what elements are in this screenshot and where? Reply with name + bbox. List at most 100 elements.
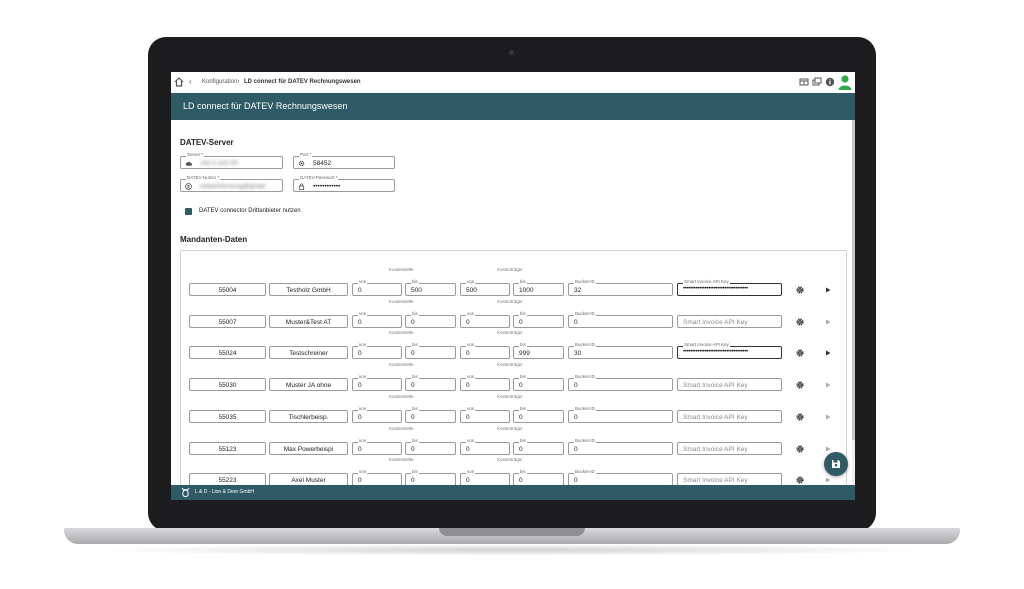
- bucket-id-field[interactable]: Bucket-ID 0: [568, 311, 673, 328]
- kostentraeger-von-field[interactable]: von 0: [460, 406, 510, 423]
- play-icon[interactable]: [825, 382, 831, 388]
- client-name-value: Axel Muster: [291, 477, 326, 484]
- api-key-label: Smart Invoice API Key: [683, 342, 730, 348]
- kostentraeger-group-label: Kostenträger: [497, 330, 523, 335]
- laptop-notch: [439, 528, 585, 536]
- kostenstelle-bis-field[interactable]: bis 0: [405, 438, 456, 455]
- camera-icon: [509, 50, 514, 55]
- bucket-id-field[interactable]: Bucket-ID 0: [568, 438, 673, 455]
- kostentraeger-von-field-label: von: [466, 469, 476, 475]
- api-key-field[interactable]: Smart Invoice API Key: [677, 315, 782, 328]
- kostenstelle-von-field[interactable]: von 0: [352, 406, 402, 423]
- client-name-value: Muster&Test AT: [285, 319, 332, 326]
- settings-gear-icon[interactable]: [796, 476, 804, 484]
- bucket-id-field[interactable]: Bucket-ID 30: [568, 342, 673, 359]
- kostenstelle-von-field[interactable]: von 0: [352, 279, 402, 296]
- kostentraeger-bis-field-label: bis: [519, 374, 527, 380]
- save-icon: [832, 460, 840, 468]
- play-icon[interactable]: [825, 414, 831, 420]
- kostenstelle-bis-field[interactable]: bis 0: [405, 406, 456, 423]
- api-key-field[interactable]: Smart Invoice API Key •••••••••••••••••••…: [677, 279, 782, 296]
- client-number-field[interactable]: 55223: [189, 473, 266, 485]
- kostentraeger-von-field[interactable]: von 0: [460, 342, 510, 359]
- kostenstelle-von-field[interactable]: von 0: [352, 469, 402, 485]
- bucket-id-field-label: Bucket-ID: [574, 342, 596, 348]
- kostenstelle-von-field-label: von: [358, 311, 368, 317]
- kostenstelle-von-field-value: 0: [358, 319, 362, 326]
- client-name-field[interactable]: Tischlerbeisp.: [269, 410, 348, 423]
- client-number-value: 55035: [218, 414, 237, 421]
- kostenstelle-von-field[interactable]: von 0: [352, 438, 402, 455]
- settings-gear-icon[interactable]: [796, 286, 804, 294]
- play-icon[interactable]: [825, 446, 831, 452]
- bucket-id-field-label: Bucket-ID: [574, 406, 596, 412]
- kostentraeger-von-field[interactable]: von 0: [460, 438, 510, 455]
- kostentraeger-von-field[interactable]: von 0: [460, 374, 510, 391]
- play-icon[interactable]: [825, 350, 831, 356]
- kostenstelle-bis-field-value: 0: [411, 414, 415, 421]
- client-number-value: 55123: [218, 446, 237, 453]
- kostentraeger-bis-field-value: 0: [519, 477, 523, 484]
- api-key-value: ••••••••••••••••••••••••••••••••••••: [683, 286, 748, 292]
- client-name-field[interactable]: Muster&Test AT: [269, 315, 348, 328]
- kostenstelle-group-label: Kostenstelle: [389, 362, 414, 367]
- client-name-field[interactable]: Testholz GmbH: [269, 283, 348, 296]
- api-key-field[interactable]: Smart Invoice API Key: [677, 378, 782, 391]
- play-icon[interactable]: [825, 319, 831, 325]
- kostenstelle-von-field[interactable]: von 0: [352, 342, 402, 359]
- settings-gear-icon[interactable]: [796, 349, 804, 357]
- kostenstelle-group-label: Kostenstelle: [389, 299, 414, 304]
- kostentraeger-bis-field[interactable]: bis 0: [513, 469, 564, 485]
- client-name-field[interactable]: Max Powerbeispi: [269, 442, 348, 455]
- settings-gear-icon[interactable]: [796, 318, 804, 326]
- kostentraeger-bis-field[interactable]: bis 0: [513, 374, 564, 391]
- bucket-id-field-label: Bucket-ID: [574, 469, 596, 475]
- client-number-field[interactable]: 55035: [189, 410, 266, 423]
- kostentraeger-von-field[interactable]: von 0: [460, 311, 510, 328]
- client-name-field[interactable]: Axel Muster: [269, 473, 348, 485]
- kostenstelle-bis-field[interactable]: bis 0: [405, 342, 456, 359]
- api-key-field[interactable]: Smart Invoice API Key: [677, 410, 782, 423]
- kostentraeger-bis-field[interactable]: bis 0: [513, 406, 564, 423]
- api-key-field[interactable]: Smart Invoice API Key: [677, 473, 782, 485]
- settings-gear-icon[interactable]: [796, 445, 804, 453]
- bucket-id-field[interactable]: Bucket-ID 0: [568, 469, 673, 485]
- kostentraeger-von-field[interactable]: von 500: [460, 279, 510, 296]
- kostenstelle-bis-field[interactable]: bis 0: [405, 311, 456, 328]
- client-number-field[interactable]: 55007: [189, 315, 266, 328]
- client-number-field[interactable]: 55030: [189, 378, 266, 391]
- kostenstelle-von-field[interactable]: von 0: [352, 311, 402, 328]
- save-button[interactable]: [824, 452, 848, 476]
- kostentraeger-von-field-label: von: [466, 342, 476, 348]
- bucket-id-field[interactable]: Bucket-ID 0: [568, 406, 673, 423]
- kostentraeger-bis-field[interactable]: bis 0: [513, 438, 564, 455]
- api-key-field[interactable]: Smart Invoice API Key: [677, 442, 782, 455]
- api-key-value: Smart Invoice API Key: [683, 319, 748, 326]
- kostenstelle-bis-field-label: bis: [411, 279, 419, 285]
- bucket-id-field-value: 32: [574, 287, 582, 294]
- kostentraeger-bis-field[interactable]: bis 0: [513, 311, 564, 328]
- kostentraeger-bis-field-label: bis: [519, 342, 527, 348]
- kostentraeger-bis-field[interactable]: bis 1000: [513, 279, 564, 296]
- kostentraeger-bis-field[interactable]: bis 999: [513, 342, 564, 359]
- client-number-field[interactable]: 55123: [189, 442, 266, 455]
- settings-gear-icon[interactable]: [796, 381, 804, 389]
- kostenstelle-bis-field[interactable]: bis 0: [405, 374, 456, 391]
- kostentraeger-von-field[interactable]: von 0: [460, 469, 510, 485]
- kostenstelle-von-field[interactable]: von 0: [352, 374, 402, 391]
- settings-gear-icon[interactable]: [796, 413, 804, 421]
- bucket-id-field[interactable]: Bucket-ID 32: [568, 279, 673, 296]
- play-icon[interactable]: [825, 287, 831, 293]
- client-number-field[interactable]: 55004: [189, 283, 266, 296]
- client-name-field[interactable]: Testschreiner: [269, 346, 348, 359]
- kostenstelle-von-field-label: von: [358, 342, 368, 348]
- api-key-field[interactable]: Smart Invoice API Key •••••••••••••••••••…: [677, 342, 782, 359]
- bucket-id-field[interactable]: Bucket-ID 0: [568, 374, 673, 391]
- client-number-field[interactable]: 55024: [189, 346, 266, 359]
- play-icon[interactable]: [825, 477, 831, 483]
- kostenstelle-bis-field[interactable]: bis 0: [405, 469, 456, 485]
- kostentraeger-group-label: Kostenträger: [497, 267, 523, 272]
- kostentraeger-group-label: Kostenträger: [497, 362, 523, 367]
- client-name-field[interactable]: Muster JA ohne: [269, 378, 348, 391]
- kostenstelle-bis-field[interactable]: bis 500: [405, 279, 456, 296]
